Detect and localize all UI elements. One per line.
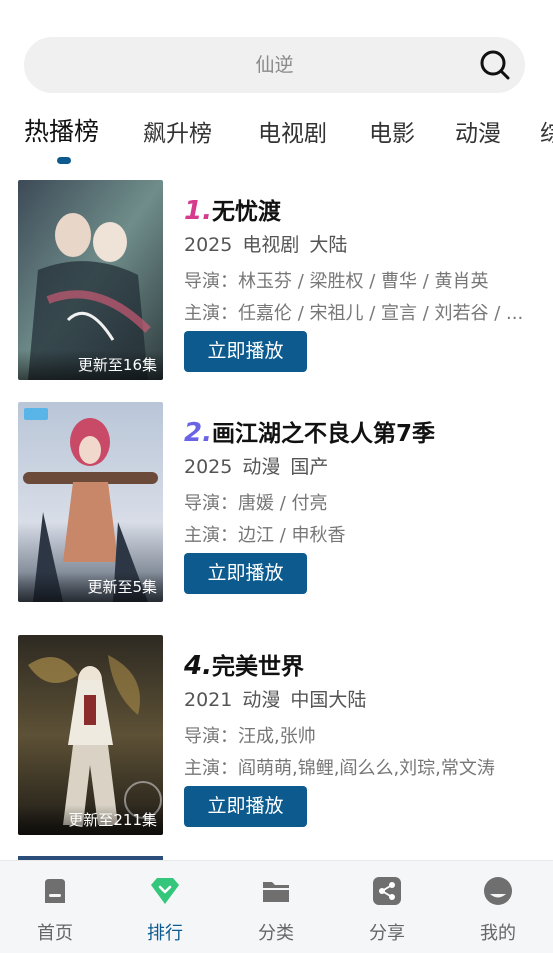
title-text: 画江湖之不良人第7季 [211,421,435,447]
nav-label: 分类 [258,923,294,944]
tab-variety[interactable]: 综 [540,114,553,148]
share-icon [373,877,401,905]
director-line: 导演：汪成,张帅 [184,726,316,747]
item-meta: 2021 动漫 中国大陆 [184,685,376,712]
episode-badge: 更新至211集 [18,805,163,835]
tab-anime[interactable]: 动漫 [455,114,501,148]
item-meta: 2025 电视剧 大陆 [184,230,357,257]
nav-label: 排行 [147,923,183,944]
tab-hot[interactable]: 热播榜 [24,112,99,148]
tab-indicator [57,157,71,164]
item-title[interactable]: 1.无忧渡 [184,192,281,226]
play-button[interactable]: 立即播放 [184,331,307,372]
play-button[interactable]: 立即播放 [184,553,307,594]
rank-icon [151,878,179,904]
rank-number: 1. [184,196,212,226]
genre: 动漫 [242,689,281,711]
title-text: 无忧渡 [211,199,281,225]
item-title[interactable]: 2.画江湖之不良人第7季 [184,414,435,448]
genre: 动漫 [242,456,281,478]
item-meta: 2025 动漫 国产 [184,452,338,479]
poster-image[interactable]: 更新至16集 [18,180,163,380]
genre: 电视剧 [242,234,300,256]
year: 2025 [184,456,233,478]
region: 中国大陆 [290,689,367,711]
tab-tv[interactable]: 电视剧 [258,114,327,148]
home-icon [45,879,65,903]
nav-rank[interactable]: 排行 [110,861,220,953]
tab-movie[interactable]: 电影 [369,114,415,148]
list-item: 更新至16集 1.无忧渡 2025 电视剧 大陆 导演：林玉芬 / 梁胜权 / 曹华… [0,180,553,380]
poster-image[interactable]: 更新至211集 [18,635,163,835]
title-text: 完美世界 [211,654,304,680]
nav-label: 分享 [369,923,405,944]
actors-line: 主演：阎萌萌,锦鲤,阎么么,刘琮,常文涛 [184,758,495,779]
nav-label: 我的 [480,923,516,944]
list-item: 更新至211集 4.完美世界 2021 动漫 中国大陆 导演：汪成,张帅 主演：阎萌… [0,635,553,835]
nav-profile[interactable]: 我的 [443,861,553,953]
list-item: 更新至5集 2.画江湖之不良人第7季 2025 动漫 国产 导演：唐媛 / 付亮 主… [0,402,553,602]
folder-icon [263,882,289,902]
play-button[interactable]: 立即播放 [184,786,307,827]
nav-home[interactable]: 首页 [0,861,110,953]
search-input[interactable]: 仙逆 [24,37,525,93]
profile-icon [484,877,512,905]
episode-badge: 更新至16集 [18,350,163,380]
nav-label: 首页 [37,923,73,944]
region: 国产 [290,456,329,478]
search-bar[interactable]: 仙逆 [24,37,525,93]
actors-line: 主演：任嘉伦 / 宋祖儿 / 宣言 / 刘若谷 / ... [184,303,524,324]
poster-image[interactable]: 更新至5集 [18,402,163,602]
actors-line: 主演：边江 / 申秋香 [184,525,346,546]
episode-badge: 更新至5集 [18,572,163,602]
director-line: 导演：唐媛 / 付亮 [184,493,328,514]
region: 大陆 [309,234,348,256]
director-line: 导演：林玉芬 / 梁胜权 / 曹华 / 黄肖英 [184,271,489,292]
rank-number: 2. [184,418,212,448]
tab-rising[interactable]: 飙升榜 [143,114,212,148]
ranking-tabs: 热播榜 飙升榜 电视剧 电影 动漫 综 [0,108,553,156]
search-icon[interactable] [479,49,511,81]
item-title[interactable]: 4.完美世界 [184,647,304,681]
rank-number: 4. [184,651,212,681]
nav-category[interactable]: 分类 [221,861,331,953]
year: 2025 [184,234,233,256]
nav-share[interactable]: 分享 [332,861,442,953]
bottom-nav: 首页 排行 分类 分享 我的 [0,860,553,953]
year: 2021 [184,689,233,711]
